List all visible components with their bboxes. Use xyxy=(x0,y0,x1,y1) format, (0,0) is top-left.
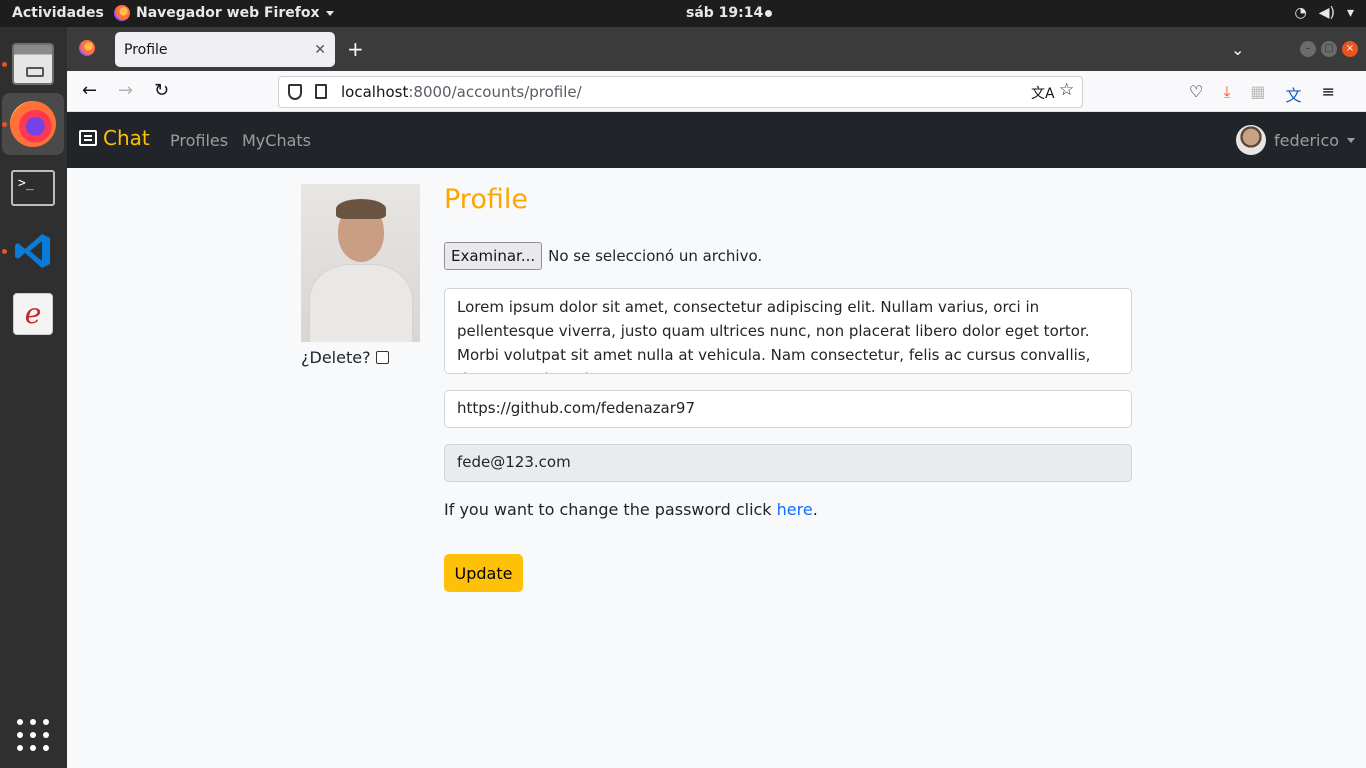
power-icon: ▾ xyxy=(1346,5,1354,21)
clock-label: sáb 19:14 xyxy=(686,5,764,21)
clock[interactable]: sáb 19:14 xyxy=(686,5,773,21)
files-icon xyxy=(12,43,54,85)
github-input[interactable]: https://github.com/fedenazar97 xyxy=(444,390,1132,428)
app-menu[interactable]: Navegador web Firefox xyxy=(114,5,334,21)
translate-extension-icon[interactable]: 文 xyxy=(1286,82,1302,106)
url-host: localhost xyxy=(341,83,409,101)
email-field: fede@123.com xyxy=(444,444,1132,482)
browser-toolbar: ← → ↻ localhost:8000/accounts/profile/ 文… xyxy=(67,71,1366,112)
password-note-suffix: . xyxy=(812,500,818,519)
running-indicator xyxy=(2,122,7,127)
tab-bar: Profile ✕ + ⌄ – □ × xyxy=(67,27,1366,71)
list-tabs-icon[interactable]: ⌄ xyxy=(1231,40,1244,59)
dock-document-viewer[interactable]: e xyxy=(2,283,64,345)
close-window-button[interactable]: × xyxy=(1342,41,1358,57)
bio-textarea[interactable]: Lorem ipsum dolor sit amet, consectetur … xyxy=(444,288,1132,374)
page-info-icon[interactable] xyxy=(315,84,327,99)
nav-link-mychats[interactable]: MyChats xyxy=(242,131,311,150)
toolbar-right-icons: ♡ ⤓ ▦ 文 ≡ xyxy=(1189,82,1335,106)
password-note-text: If you want to change the password click xyxy=(444,500,777,519)
volume-icon: ◀) xyxy=(1318,5,1335,21)
file-input-row: Examinar... No se seleccionó un archivo. xyxy=(444,242,762,270)
system-top-bar: Actividades Navegador web Firefox sáb 19… xyxy=(0,0,1366,27)
web-page: Chat Profiles MyChats federico ¿Delete? … xyxy=(67,112,1366,768)
nav-link-profiles[interactable]: Profiles xyxy=(170,131,228,150)
update-button[interactable]: Update xyxy=(444,554,523,592)
app-menu-label: Navegador web Firefox xyxy=(136,5,320,21)
show-apps-icon[interactable] xyxy=(17,719,49,751)
profile-photo xyxy=(301,184,420,342)
running-indicator xyxy=(2,249,7,254)
activities-button[interactable]: Actividades xyxy=(12,5,104,21)
maximize-button[interactable]: □ xyxy=(1321,41,1337,57)
url-path: :8000/accounts/profile/ xyxy=(408,83,582,101)
downloads-icon[interactable]: ⤓ xyxy=(1223,82,1230,106)
translate-icon[interactable]: 文A xyxy=(1031,83,1055,103)
menu-icon[interactable]: ≡ xyxy=(1322,82,1335,106)
user-dropdown[interactable]: federico xyxy=(1236,125,1356,155)
delete-label: ¿Delete? xyxy=(301,348,371,367)
system-tray[interactable]: ◔ ◀) ▾ xyxy=(1295,5,1354,21)
site-navbar: Chat Profiles MyChats federico xyxy=(67,112,1366,168)
minimize-button[interactable]: – xyxy=(1300,41,1316,57)
pocket-icon[interactable]: ♡ xyxy=(1189,82,1203,106)
bookmark-star-icon[interactable]: ☆ xyxy=(1059,80,1074,100)
browse-file-button[interactable]: Examinar... xyxy=(444,242,543,270)
firefox-icon xyxy=(114,5,130,21)
tab-title: Profile xyxy=(124,41,168,58)
chat-icon xyxy=(79,130,97,146)
dock-vscode[interactable] xyxy=(2,220,64,282)
file-status: No se seleccionó un archivo. xyxy=(548,247,763,265)
notification-dot xyxy=(765,10,773,17)
firefox-view-icon[interactable] xyxy=(79,40,95,56)
chevron-down-icon xyxy=(325,10,334,16)
tracking-protection-icon[interactable] xyxy=(288,84,302,100)
extension-icon[interactable]: ▦ xyxy=(1250,82,1265,106)
chevron-down-icon xyxy=(1347,137,1356,143)
page-title: Profile xyxy=(444,184,528,215)
back-button[interactable]: ← xyxy=(82,80,97,101)
terminal-icon: >_ xyxy=(11,170,55,206)
close-icon[interactable]: ✕ xyxy=(314,42,326,58)
delete-photo-row: ¿Delete? xyxy=(301,348,389,367)
dock-terminal[interactable]: >_ xyxy=(2,157,64,219)
brand-link[interactable]: Chat xyxy=(79,126,150,150)
password-note: If you want to change the password click… xyxy=(444,500,818,519)
pdf-viewer-icon: e xyxy=(13,293,53,335)
brand-label: Chat xyxy=(103,126,150,150)
delete-checkbox[interactable] xyxy=(375,351,389,364)
url-bar[interactable]: localhost:8000/accounts/profile/ 文A ☆ xyxy=(278,76,1083,108)
avatar xyxy=(1236,125,1266,155)
running-indicator xyxy=(2,62,7,67)
forward-button[interactable]: → xyxy=(118,80,133,101)
window-controls: – □ × xyxy=(1300,41,1358,57)
reload-button[interactable]: ↻ xyxy=(154,80,169,101)
new-tab-button[interactable]: + xyxy=(347,37,364,61)
dock-firefox[interactable] xyxy=(2,93,64,155)
firefox-window: Profile ✕ + ⌄ – □ × ← → ↻ localhost:8000… xyxy=(67,27,1366,768)
firefox-icon xyxy=(10,101,56,147)
vscode-icon xyxy=(13,231,53,271)
dock: >_ e xyxy=(0,27,67,768)
change-password-link[interactable]: here xyxy=(777,500,813,519)
tab-profile[interactable]: Profile ✕ xyxy=(115,32,335,67)
username-label: federico xyxy=(1274,130,1340,150)
dock-files[interactable] xyxy=(2,33,64,95)
wifi-icon: ◔ xyxy=(1294,5,1307,21)
